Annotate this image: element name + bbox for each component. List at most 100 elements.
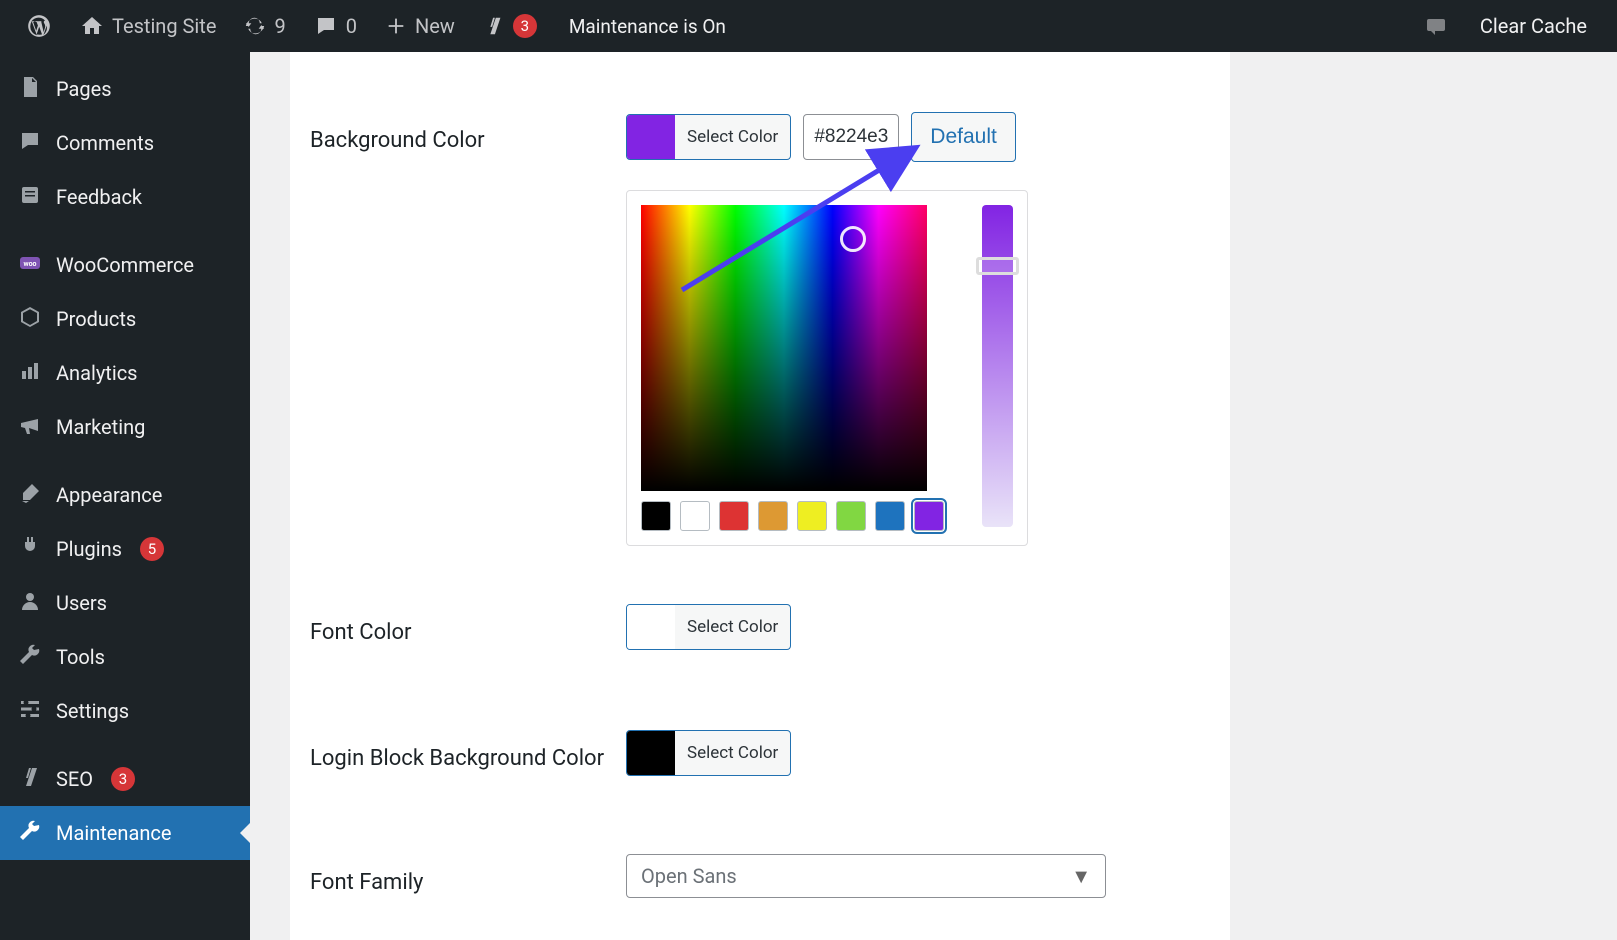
sidebar-item-tools[interactable]: Tools xyxy=(0,630,250,684)
bg-color-select[interactable]: Select Color xyxy=(626,114,791,160)
user-icon xyxy=(18,589,42,618)
palette-swatch[interactable] xyxy=(836,501,866,531)
login-color-select[interactable]: Select Color xyxy=(626,730,791,776)
yoast-icon xyxy=(18,765,42,794)
font-color-select[interactable]: Select Color xyxy=(626,604,791,650)
wrench-icon xyxy=(18,819,42,848)
bg-color-swatch xyxy=(627,115,675,159)
label-font-color: Font Color xyxy=(310,604,626,648)
row-font-color: Font Color Select Color xyxy=(310,604,1190,654)
row-font-family: Font Family Open Sans ▼ xyxy=(310,854,1190,898)
yoast-bar[interactable]: 3 xyxy=(469,0,551,52)
sidebar-item-label: Maintenance xyxy=(56,821,171,845)
sidebar-item-marketing[interactable]: Marketing xyxy=(0,400,250,454)
sidebar-item-appearance[interactable]: Appearance xyxy=(0,468,250,522)
sidebar-item-label: Products xyxy=(56,307,136,331)
clear-cache[interactable]: Clear Cache xyxy=(1462,14,1605,38)
bg-color-input[interactable] xyxy=(803,114,899,160)
sidebar-item-analytics[interactable]: Analytics xyxy=(0,346,250,400)
palette-swatch[interactable] xyxy=(680,501,710,531)
plug-icon xyxy=(18,535,42,564)
megaphone-icon xyxy=(18,413,42,442)
brush-icon xyxy=(18,481,42,510)
font-family-value: Open Sans xyxy=(641,864,737,888)
plus-icon xyxy=(385,15,407,37)
palette-swatch[interactable] xyxy=(914,501,944,531)
label-font-family: Font Family xyxy=(310,854,626,898)
barchart-icon xyxy=(18,359,42,388)
bg-default-button[interactable]: Default xyxy=(911,112,1016,162)
admin-bar: Testing Site 9 0 New 3 Maintenance is On… xyxy=(0,0,1617,52)
sidebar-item-feedback[interactable]: Feedback xyxy=(0,170,250,224)
sidebar-item-label: Comments xyxy=(56,131,154,155)
woo-icon: woo xyxy=(18,251,42,280)
font-color-swatch xyxy=(627,605,675,649)
sidebar-item-label: SEO xyxy=(56,767,93,791)
updates[interactable]: 9 xyxy=(230,0,299,52)
seo-badge: 3 xyxy=(111,767,135,791)
comment-icon xyxy=(314,14,338,38)
new-content[interactable]: New xyxy=(371,0,469,52)
yoast-badge: 3 xyxy=(513,14,537,38)
comments-count: 0 xyxy=(346,14,357,38)
palette-swatch[interactable] xyxy=(641,501,671,531)
row-login-bg-color: Login Block Background Color Select Colo… xyxy=(310,730,1190,780)
wrench-icon xyxy=(18,643,42,672)
site-home[interactable]: Testing Site xyxy=(66,0,230,52)
label-login-bg-color: Login Block Background Color xyxy=(310,730,626,774)
maintenance-status[interactable]: Maintenance is On xyxy=(551,15,744,38)
sidebar-item-maintenance[interactable]: Maintenance xyxy=(0,806,250,860)
page-icon xyxy=(18,75,42,104)
refresh-icon xyxy=(244,15,266,37)
sidebar-item-woocommerce[interactable]: woo WooCommerce xyxy=(0,238,250,292)
sidebar-item-settings[interactable]: Settings xyxy=(0,684,250,738)
settings-panel: Background Color Select Color xyxy=(290,52,1230,940)
new-label: New xyxy=(415,14,455,38)
updates-count: 9 xyxy=(274,14,285,38)
sidebar-item-comments[interactable]: Comments xyxy=(0,116,250,170)
label-background-color: Background Color xyxy=(310,112,626,156)
sidebar-item-label: Feedback xyxy=(56,185,142,209)
sidebar-item-label: WooCommerce xyxy=(56,253,194,277)
saturation-area[interactable] xyxy=(641,205,927,491)
plugins-badge: 5 xyxy=(140,537,164,561)
sidebar-item-label: Plugins xyxy=(56,537,122,561)
font-family-select[interactable]: Open Sans ▼ xyxy=(626,854,1106,898)
sidebar-item-label: Analytics xyxy=(56,361,138,385)
saturation-handle xyxy=(840,226,866,252)
comments-bar[interactable]: 0 xyxy=(300,0,371,52)
sidebar-item-pages[interactable]: Pages xyxy=(0,62,250,116)
color-picker xyxy=(626,190,1028,546)
sidebar-item-label: Appearance xyxy=(56,483,162,507)
sidebar-item-label: Marketing xyxy=(56,415,145,439)
hue-slider[interactable] xyxy=(982,205,1013,527)
sidebar-item-users[interactable]: Users xyxy=(0,576,250,630)
sidebar-item-label: Users xyxy=(56,591,107,615)
sidebar-item-label: Pages xyxy=(56,77,112,101)
svg-text:woo: woo xyxy=(23,260,36,268)
comment-icon xyxy=(18,129,42,158)
sidebar-item-products[interactable]: Products xyxy=(0,292,250,346)
speech-icon xyxy=(1424,14,1448,38)
palette-swatch[interactable] xyxy=(719,501,749,531)
sidebar-item-label: Tools xyxy=(56,645,105,669)
sliders-icon xyxy=(18,697,42,726)
yoast-icon xyxy=(483,15,505,37)
palette-swatch[interactable] xyxy=(797,501,827,531)
select-color-label: Select Color xyxy=(675,617,790,637)
palette-swatch[interactable] xyxy=(758,501,788,531)
wordpress-icon xyxy=(26,13,52,39)
box-icon xyxy=(18,305,42,334)
notifications[interactable] xyxy=(1410,0,1462,52)
wp-logo[interactable] xyxy=(12,0,66,52)
login-color-swatch xyxy=(627,731,675,775)
form-icon xyxy=(18,183,42,212)
color-palette xyxy=(641,501,944,531)
palette-swatch[interactable] xyxy=(875,501,905,531)
site-name: Testing Site xyxy=(112,14,216,38)
sidebar-item-seo[interactable]: SEO 3 xyxy=(0,752,250,806)
select-color-label: Select Color xyxy=(675,743,790,763)
admin-sidebar: Pages Comments Feedback woo WooCommerce … xyxy=(0,52,250,940)
sidebar-item-plugins[interactable]: Plugins 5 xyxy=(0,522,250,576)
sidebar-item-label: Settings xyxy=(56,699,129,723)
